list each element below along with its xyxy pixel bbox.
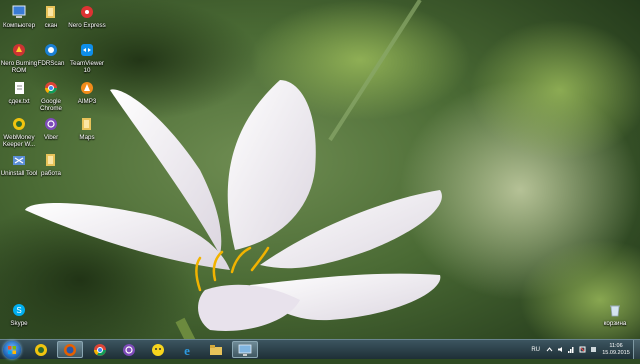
tray-app-icon[interactable] (590, 346, 597, 353)
folder-icon (43, 4, 59, 20)
chrome-icon (43, 80, 59, 96)
taskbar-item-firefox[interactable] (57, 341, 83, 358)
show-desktop-button[interactable] (633, 340, 640, 359)
desktop-icon-scan-folder[interactable]: скан (32, 4, 70, 29)
fdrscan-icon (43, 42, 59, 58)
desktop-icon-viber[interactable]: Viber (32, 116, 70, 141)
volume-icon[interactable] (557, 346, 564, 353)
language-indicator[interactable]: RU (531, 347, 540, 353)
desktop-icon-skype[interactable]: S Skype (0, 302, 38, 327)
taskbar: e RU 11:06 15.09.2015 (0, 339, 640, 359)
action-center-icon[interactable] (579, 346, 586, 353)
desktop-icon-label: AIMP3 (77, 98, 97, 105)
desktop-icon-label: Nero Express (68, 22, 106, 29)
desktop-icon-label: FDRScan (37, 60, 65, 67)
nero-burning-rom-icon (11, 42, 27, 58)
taskbar-item-internet-explorer[interactable]: e (174, 341, 200, 358)
computer-icon (11, 4, 27, 20)
clock-time: 11:06 (609, 342, 623, 349)
desktop-icon-recycle-bin[interactable]: корзина (596, 302, 634, 327)
desktop-icon-label: сдек.txt (8, 98, 30, 105)
svg-text:S: S (16, 306, 21, 315)
recycle-bin-icon (607, 302, 623, 318)
desktop-icon-label: Viber (43, 134, 59, 141)
viber-icon (123, 343, 135, 356)
desktop-icon-aimp3[interactable]: AIMP3 (68, 80, 106, 105)
taskbar-item-webmoney[interactable] (28, 341, 54, 358)
remote-desktop-icon (238, 344, 252, 356)
network-icon[interactable] (568, 346, 575, 353)
nero-express-icon (79, 4, 95, 20)
system-tray: RU 11:06 15.09.2015 (531, 340, 640, 359)
chrome-icon (94, 343, 106, 356)
aimp-icon (79, 80, 95, 96)
desktop-icon-label: TeamViewer 10 (70, 60, 104, 74)
clock[interactable]: 11:06 15.09.2015 (601, 343, 631, 357)
desktop-icon-fdrscan[interactable]: FDRScan (32, 42, 70, 67)
svg-text:e: e (184, 343, 190, 357)
start-button[interactable] (3, 341, 21, 359)
desktop-icon-teamviewer[interactable]: TeamViewer 10 (68, 42, 106, 74)
desktop-icon-rabota-folder[interactable]: работа (32, 152, 70, 177)
firefox-icon (64, 343, 76, 356)
folder-icon (43, 152, 59, 168)
uninstall-tool-icon (11, 152, 27, 168)
desktop-icon-label: Skype (10, 320, 28, 327)
taskbar-item-remote-desktop[interactable] (232, 341, 258, 358)
desktop-icon-nero-express[interactable]: Nero Express (68, 4, 106, 29)
viber-icon (43, 116, 59, 132)
chat-icon (152, 343, 164, 356)
taskbar-item-viber[interactable] (116, 341, 142, 358)
desktop-icon-label: Компьютер (2, 22, 36, 29)
windows-logo-icon (8, 346, 16, 354)
webmoney-icon (35, 343, 47, 356)
folder-icon (79, 116, 95, 132)
text-file-icon (11, 80, 27, 96)
desktop-icon-label: Google Chrome (39, 98, 62, 112)
desktop-icon-maps-folder[interactable]: Maps (68, 116, 106, 141)
taskbar-item-chrome[interactable] (87, 341, 113, 358)
desktop-icon-label: Maps (79, 134, 95, 141)
desktop-icon-label: работа (41, 170, 61, 177)
taskbar-item-file-explorer[interactable] (203, 341, 229, 358)
taskbar-item-chat[interactable] (145, 341, 171, 358)
webmoney-icon (11, 116, 27, 132)
file-explorer-icon (210, 344, 222, 355)
clock-date: 15.09.2015 (602, 349, 630, 356)
desktop-icon-label: корзина (603, 320, 627, 327)
internet-explorer-icon: e (184, 343, 190, 357)
desktop-icon-google-chrome[interactable]: Google Chrome (32, 80, 70, 112)
skype-icon: S (11, 302, 27, 318)
desktop-icon-label: скан (44, 22, 58, 29)
show-hidden-icons-icon[interactable] (546, 346, 553, 353)
teamviewer-icon (79, 42, 95, 58)
